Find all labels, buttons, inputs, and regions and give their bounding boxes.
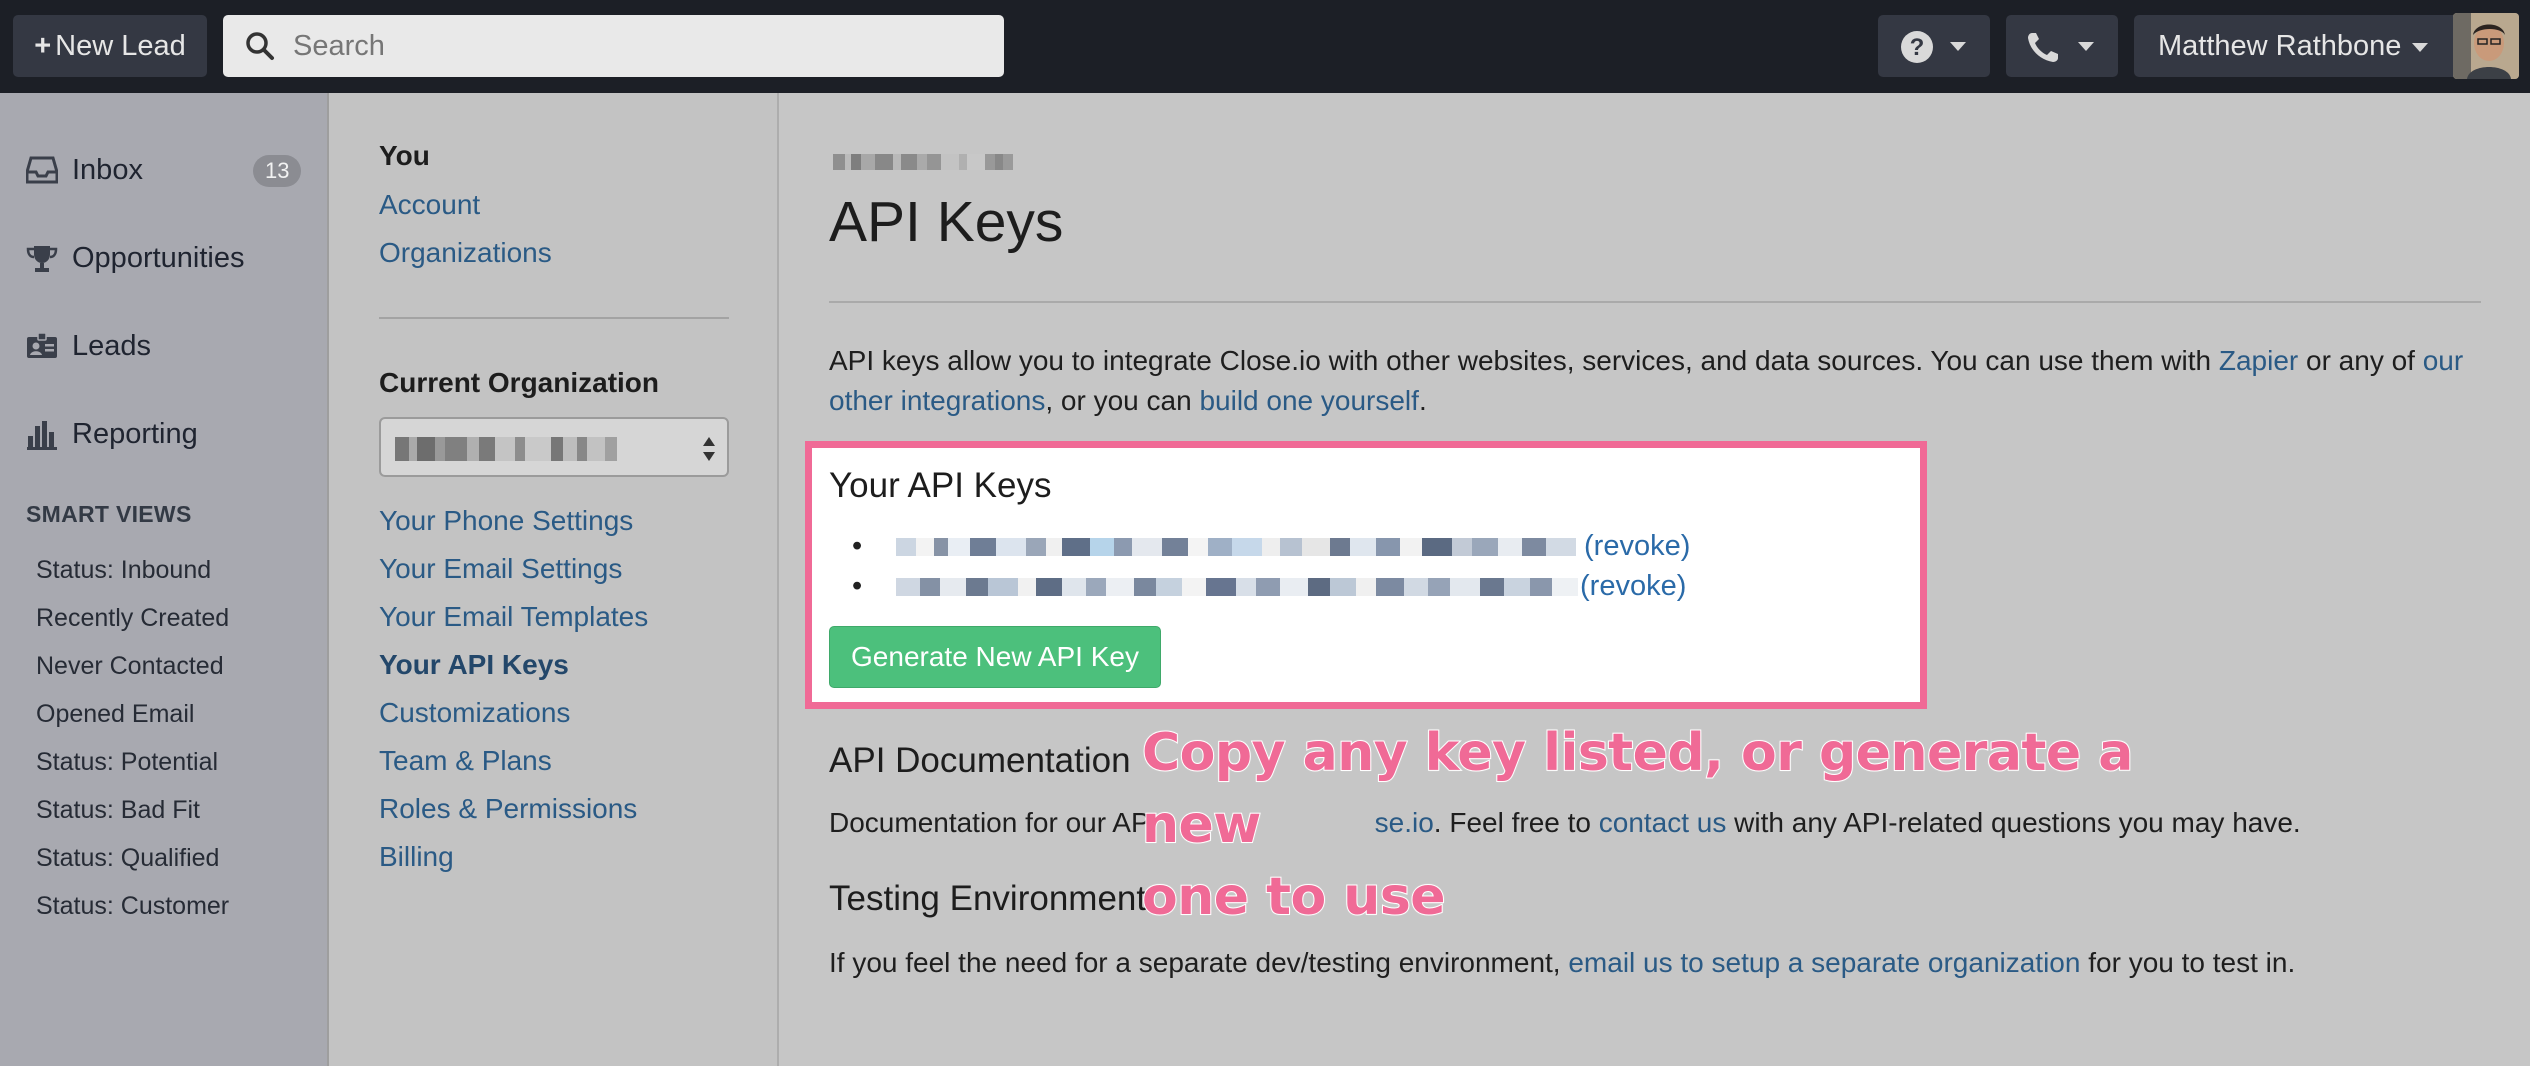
settings-link-customizations[interactable]: Customizations (379, 693, 570, 733)
api-documentation-heading: API Documentation (829, 741, 1131, 780)
build-one-yourself-link[interactable]: build one yourself (1199, 385, 1418, 416)
smart-view-item[interactable]: Status: Qualified (36, 840, 219, 876)
inbox-count-badge: 13 (253, 155, 302, 187)
user-name: Matthew Rathbone (2158, 30, 2402, 62)
search-icon (246, 32, 274, 60)
settings-link-account[interactable]: Account (379, 185, 480, 225)
trophy-icon (26, 246, 58, 272)
text: for you to test in. (2080, 947, 2296, 978)
redacted-api-key (896, 538, 1586, 556)
avatar-photo (2453, 13, 2519, 79)
settings-nav: You Account Organizations Current Organi… (327, 93, 779, 1066)
smart-view-item[interactable]: Opened Email (36, 696, 194, 732)
annotation-line: Copy any key listed, or generate a new (1141, 722, 2134, 856)
text: Documentation for our AP (829, 807, 1150, 838)
chevron-down-icon (1950, 42, 1966, 51)
smart-view-item[interactable]: Status: Potential (36, 744, 218, 780)
page-title: API Keys (829, 190, 1064, 254)
email-setup-link[interactable]: email us to setup a separate organizatio… (1568, 947, 2080, 978)
api-key-item: • (revoke) (852, 526, 1892, 566)
organization-select[interactable] (379, 417, 729, 477)
sidebar-item-label: Reporting (72, 418, 198, 450)
sidebar-item-opportunities[interactable]: Opportunities (24, 233, 314, 283)
settings-link-email-templates[interactable]: Your Email Templates (379, 597, 648, 637)
settings-link-team-plans[interactable]: Team & Plans (379, 741, 552, 781)
bullet: • (852, 570, 863, 602)
revoke-link[interactable]: (revoke) (1584, 526, 1690, 566)
left-sidebar: Inbox 13 Opportunities Leads Reporting S… (0, 93, 327, 1066)
smart-views-heading: SMART VIEWS (26, 501, 192, 527)
smart-view-item[interactable]: Never Contacted (36, 648, 224, 684)
smart-view-item[interactable]: Status: Bad Fit (36, 792, 200, 828)
bullet: • (852, 530, 863, 562)
select-arrows-icon (703, 437, 715, 461)
settings-link-api-keys[interactable]: Your API Keys (379, 645, 569, 685)
testing-environment-heading: Testing Environment (829, 879, 1147, 918)
text: or any of (2298, 345, 2423, 376)
help-menu-button[interactable]: ? (1878, 15, 1990, 77)
zapier-link[interactable]: Zapier (2219, 345, 2298, 376)
text: API keys allow you to integrate Close.io… (829, 345, 2219, 376)
avatar[interactable] (2453, 13, 2519, 79)
divider (379, 317, 729, 319)
settings-link-organizations[interactable]: Organizations (379, 233, 552, 273)
search-box[interactable] (223, 15, 1004, 77)
smart-view-item[interactable]: Status: Inbound (36, 552, 211, 588)
api-keys-panel: Your API Keys • (revoke) • (revoke) Gene… (805, 441, 1927, 709)
current-organization-heading: Current Organization (379, 367, 660, 398)
redacted-organization-name (395, 437, 635, 461)
chevron-down-icon (2078, 42, 2094, 51)
sidebar-item-label: Leads (72, 330, 152, 362)
settings-link-roles-permissions[interactable]: Roles & Permissions (379, 789, 637, 829)
plus-icon: + (34, 30, 52, 62)
divider (829, 301, 2481, 303)
inbox-icon (26, 156, 58, 184)
testing-environment-text: If you feel the need for a separate dev/… (829, 943, 2295, 983)
your-api-keys-heading: Your API Keys (829, 466, 1052, 505)
revoke-link[interactable]: (revoke) (1580, 566, 1686, 606)
api-keys-description: API keys allow you to integrate Close.io… (829, 341, 2469, 421)
sidebar-item-reporting[interactable]: Reporting (24, 409, 314, 459)
svg-text:?: ? (1910, 34, 1925, 61)
tutorial-annotation: Copy any key listed, or generate a new o… (1141, 717, 2242, 933)
you-heading: You (379, 140, 430, 171)
sidebar-item-label: Opportunities (72, 242, 245, 274)
sidebar-item-label: Inbox (72, 154, 143, 186)
new-lead-label: New Lead (55, 30, 186, 62)
new-lead-button[interactable]: + New Lead (13, 15, 207, 77)
top-bar: +New Lead ? Matthew Rathbone (0, 0, 2530, 93)
settings-link-phone[interactable]: Your Phone Settings (379, 501, 633, 541)
chevron-down-icon (2412, 43, 2428, 52)
text: , or you can (1045, 385, 1200, 416)
text: . (1418, 385, 1427, 416)
settings-link-billing[interactable]: Billing (379, 837, 454, 877)
phone-menu-button[interactable] (2006, 15, 2118, 77)
phone-icon (2028, 33, 2058, 62)
redacted-api-key (896, 578, 1584, 596)
search-input[interactable] (293, 15, 983, 77)
text: If you feel the need for a separate dev/… (829, 947, 1569, 978)
bar-chart-icon (27, 421, 57, 450)
question-circle-icon: ? (1901, 31, 1933, 63)
redacted-organization-label (833, 154, 1013, 170)
smart-view-item[interactable]: Recently Created (36, 600, 229, 636)
api-key-item: • (revoke) (852, 566, 1892, 606)
sidebar-item-inbox[interactable]: Inbox 13 (24, 145, 314, 195)
smart-view-item[interactable]: Status: Customer (36, 888, 229, 924)
settings-link-email[interactable]: Your Email Settings (379, 549, 622, 589)
sidebar-item-leads[interactable]: Leads (24, 321, 314, 371)
generate-api-key-button[interactable]: Generate New API Key (829, 626, 1161, 688)
annotation-line: one to use (1141, 866, 1447, 928)
id-card-icon (27, 332, 57, 358)
